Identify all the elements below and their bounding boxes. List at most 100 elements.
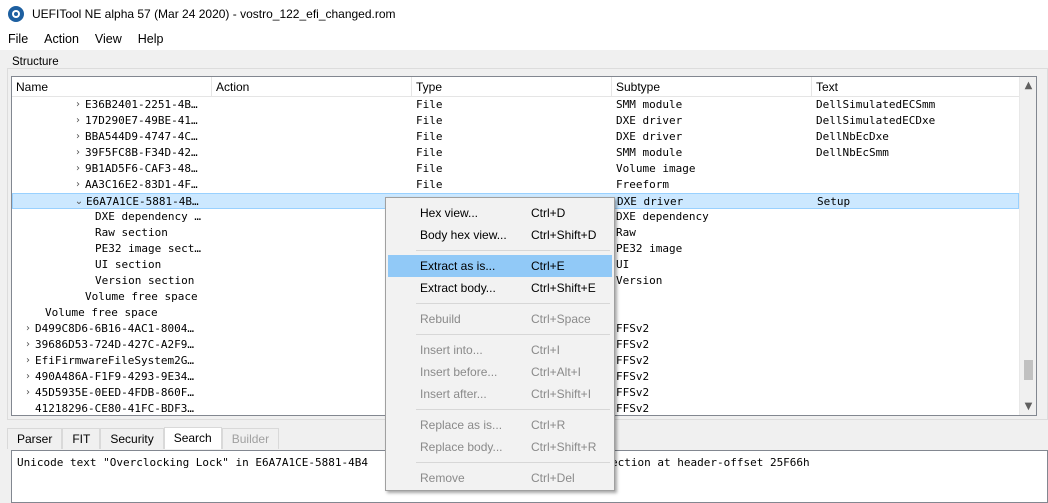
menu-item-replace-as-is: Replace as is... Ctrl+R	[388, 414, 612, 436]
menu-separator	[416, 409, 610, 410]
column-header-action[interactable]: Action	[212, 77, 412, 97]
menu-action[interactable]: Action	[36, 28, 87, 50]
menu-item-hex-view[interactable]: Hex view... Ctrl+D	[388, 202, 612, 224]
structure-group-label: Structure	[12, 56, 59, 68]
context-menu: Hex view... Ctrl+D Body hex view... Ctrl+Sh…	[385, 197, 615, 491]
menu-file[interactable]: File	[0, 28, 36, 50]
tree-cell-name: Volume free space	[85, 290, 198, 303]
menu-item-shortcut: Ctrl+Alt+I	[531, 365, 582, 379]
menu-item-label: Remove	[420, 471, 465, 485]
chevron-right-icon[interactable]: ›	[73, 177, 83, 193]
tree-cell-subtype: FFSv2	[616, 402, 650, 415]
menu-item-shortcut: Ctrl+Shift+I	[531, 387, 592, 401]
column-header-text[interactable]: Text	[812, 77, 1019, 97]
tree-row[interactable]: › E36B2401-2251-4B… File SMM module DellSimu…	[12, 97, 1019, 113]
column-header-subtype[interactable]: Subtype	[612, 77, 812, 97]
menu-item-remove: Remove Ctrl+Del	[388, 467, 612, 489]
menu-item-insert-into: Insert into... Ctrl+I	[388, 339, 612, 361]
tree-cell-text	[816, 305, 1016, 321]
tree-header: Name Action Type Subtype Text	[12, 77, 1019, 97]
tree-cell-name: UI section	[95, 258, 162, 271]
tree-cell-name: 45D5935E-0EED-4FDB-860F…	[35, 386, 194, 399]
chevron-right-icon[interactable]: ›	[23, 369, 33, 385]
tree-cell-subtype: DXE driver	[616, 130, 683, 143]
menu-item-rebuild: Rebuild Ctrl+Space	[388, 308, 612, 330]
tab-search[interactable]: Search	[163, 427, 222, 449]
tree-cell-subtype: SMM module	[616, 98, 683, 111]
tree-cell-subtype: FFSv2	[616, 386, 650, 399]
chevron-right-icon[interactable]: ›	[23, 353, 33, 369]
tree-row[interactable]: › AA3C16E2-83D1-4F… File Freeform	[12, 177, 1019, 193]
tree-cell-name: 490A486A-F1F9-4293-9E34…	[35, 370, 194, 383]
tree-cell-name: 39F5FC8B-F34D-42…	[85, 146, 198, 159]
tree-row[interactable]: › BBA544D9-4747-4C… File DXE driver DellNbEc…	[12, 129, 1019, 145]
chevron-right-icon[interactable]: ›	[23, 385, 33, 401]
scroll-thumb[interactable]	[1024, 360, 1033, 380]
menu-item-label: Insert before...	[420, 365, 498, 379]
chevron-right-icon[interactable]: ›	[73, 113, 83, 129]
tree-cell-text	[816, 353, 1016, 369]
tree-cell-type: File	[416, 98, 443, 111]
column-header-name[interactable]: Name	[12, 77, 212, 97]
tree-cell-name: PE32 image sect…	[95, 242, 201, 255]
tree-cell-subtype: DXE driver	[616, 114, 683, 127]
tree-cell-subtype: Version	[616, 274, 663, 287]
menu-item-shortcut: Ctrl+Del	[531, 471, 575, 485]
chevron-right-icon[interactable]: ›	[73, 145, 83, 161]
chevron-down-icon[interactable]: ⌄	[74, 194, 84, 210]
tree-cell-type: File	[416, 178, 443, 191]
tree-cell-text: DellSimulatedECSmm	[816, 98, 936, 111]
tree-cell-name: BBA544D9-4747-4C…	[85, 130, 198, 143]
chevron-right-icon[interactable]: ›	[73, 129, 83, 145]
menu-item-label: Rebuild	[420, 312, 461, 326]
tree-cell-type: File	[416, 130, 443, 143]
menu-item-extract-body[interactable]: Extract body... Ctrl+Shift+E	[388, 277, 612, 299]
tree-cell-name: 39686D53-724D-427C-A2F9…	[35, 338, 194, 351]
column-header-type[interactable]: Type	[412, 77, 612, 97]
chevron-right-icon[interactable]: ›	[73, 161, 83, 177]
app-logo-icon	[8, 6, 24, 22]
tree-cell-name: Version section	[95, 274, 195, 287]
tree-cell-text: Setup	[817, 195, 851, 208]
menu-item-insert-before: Insert before... Ctrl+Alt+I	[388, 361, 612, 383]
menu-item-label: Hex view...	[420, 206, 479, 220]
chevron-right-icon[interactable]: ›	[23, 321, 33, 337]
tab-fit[interactable]: FIT	[62, 428, 101, 449]
tree-cell-text: DellSimulatedECDxe	[816, 114, 936, 127]
tree-cell-subtype: PE32 image	[616, 242, 683, 255]
scroll-down-icon[interactable]: ▼	[1020, 398, 1036, 415]
menu-separator	[416, 250, 610, 251]
tree-row[interactable]: › 9B1AD5F6-CAF3-48… File Volume image	[12, 161, 1019, 177]
tree-vertical-scrollbar[interactable]: ▲ ▼	[1019, 77, 1036, 415]
tree-cell-name: 9B1AD5F6-CAF3-48…	[85, 162, 198, 175]
menu-item-body-hex-view[interactable]: Body hex view... Ctrl+Shift+D	[388, 224, 612, 246]
chevron-right-icon[interactable]: ›	[23, 337, 33, 353]
bottom-tab-bar: Parser FIT Security Search Builder	[7, 427, 280, 449]
menu-item-extract-as-is[interactable]: Extract as is... Ctrl+E	[388, 255, 612, 277]
tree-cell-subtype: FFSv2	[616, 338, 650, 351]
title-bar: UEFITool NE alpha 57 (Mar 24 2020) - vos…	[0, 0, 1048, 28]
tree-cell-text	[816, 209, 1016, 225]
tree-cell-text: DellNbEcDxe	[816, 130, 889, 143]
menu-item-label: Replace as is...	[420, 418, 503, 432]
tab-security[interactable]: Security	[100, 428, 164, 449]
chevron-right-icon[interactable]: ›	[73, 97, 83, 113]
tab-parser[interactable]: Parser	[7, 428, 63, 449]
tab-builder: Builder	[221, 428, 280, 449]
menu-item-label: Body hex view...	[420, 228, 507, 242]
tree-cell-subtype: Raw	[616, 226, 636, 239]
tree-row[interactable]: › 39F5FC8B-F34D-42… File SMM module DellNbEc…	[12, 145, 1019, 161]
menu-separator	[416, 303, 610, 304]
menu-view[interactable]: View	[87, 28, 130, 50]
menu-help[interactable]: Help	[130, 28, 172, 50]
tree-cell-type: File	[416, 146, 443, 159]
tree-cell-subtype: FFSv2	[616, 354, 650, 367]
tree-cell-subtype	[616, 289, 812, 305]
tree-row[interactable]: › 17D290E7-49BE-41… File DXE driver DellSimu…	[12, 113, 1019, 129]
tree-cell-name: E36B2401-2251-4B…	[85, 98, 198, 111]
tree-cell-name: E6A7A1CE-5881-4B…	[86, 195, 199, 208]
menu-separator	[416, 462, 610, 463]
menu-item-insert-after: Insert after... Ctrl+Shift+I	[388, 383, 612, 405]
tree-cell-text	[816, 369, 1016, 385]
scroll-up-icon[interactable]: ▲	[1020, 77, 1036, 94]
